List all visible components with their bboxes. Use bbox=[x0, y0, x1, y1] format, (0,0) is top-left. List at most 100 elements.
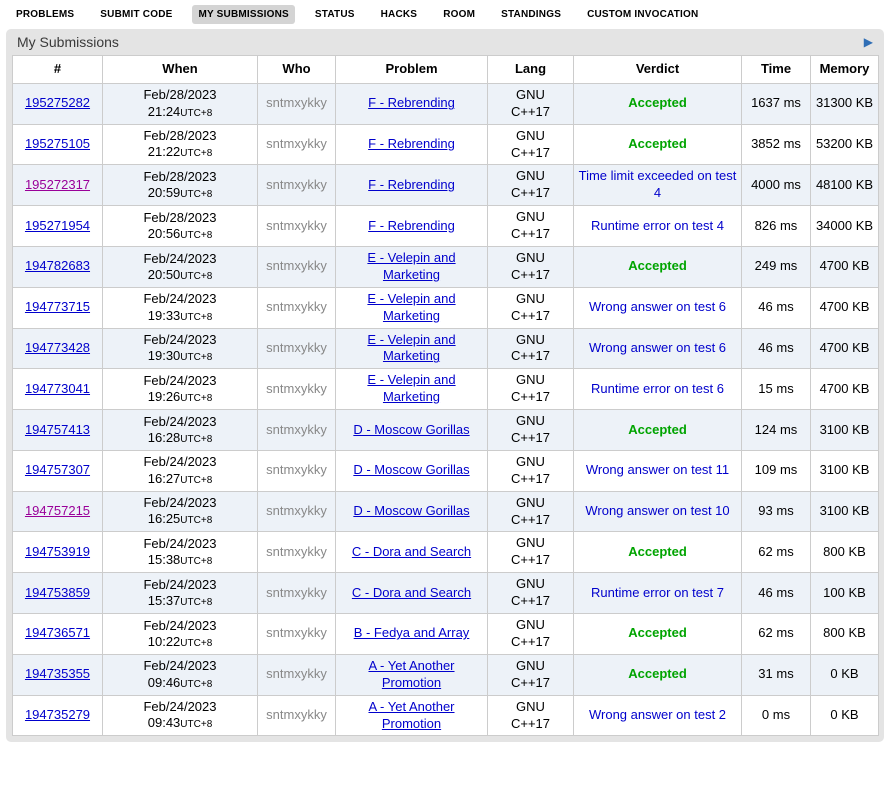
column-header-verdict: Verdict bbox=[574, 56, 742, 84]
submission-id-link[interactable]: 194773041 bbox=[25, 381, 90, 396]
problem-link[interactable]: A - Yet Another Promotion bbox=[368, 699, 454, 731]
lang-cell: GNU C++17 bbox=[488, 410, 574, 451]
submission-date: Feb/24/2023 bbox=[143, 618, 216, 633]
submission-id-link[interactable]: 195275282 bbox=[25, 95, 90, 110]
nav-item-my-submissions[interactable]: MY SUBMISSIONS bbox=[192, 5, 294, 24]
submission-id-link[interactable]: 194773715 bbox=[25, 299, 90, 314]
submission-date: Feb/24/2023 bbox=[143, 536, 216, 551]
timezone-label: UTC+8 bbox=[180, 230, 212, 241]
submission-time: 19:30 bbox=[148, 348, 181, 363]
submission-time: 16:27 bbox=[148, 471, 181, 486]
when-cell: Feb/24/202309:46UTC+8 bbox=[103, 654, 258, 695]
problem-link[interactable]: E - Velepin and Marketing bbox=[367, 332, 455, 364]
problem-link[interactable]: B - Fedya and Array bbox=[354, 625, 470, 640]
nav-item-hacks[interactable]: HACKS bbox=[375, 5, 424, 24]
nav-item-submit-code[interactable]: SUBMIT CODE bbox=[94, 5, 178, 24]
problem-link[interactable]: C - Dora and Search bbox=[352, 544, 471, 559]
submission-time: 21:24 bbox=[148, 104, 181, 119]
who-cell: sntmxykky bbox=[258, 654, 336, 695]
time-consumed-cell: 15 ms bbox=[742, 369, 811, 410]
lang-cell: GNU C++17 bbox=[488, 450, 574, 491]
submission-time: 16:25 bbox=[148, 511, 181, 526]
table-row: 194753919Feb/24/202315:38UTC+8sntmxykkyC… bbox=[13, 532, 879, 573]
timezone-label: UTC+8 bbox=[180, 515, 212, 526]
who-cell: sntmxykky bbox=[258, 695, 336, 736]
problem-link[interactable]: D - Moscow Gorillas bbox=[353, 422, 469, 437]
submission-id-link[interactable]: 195272317 bbox=[25, 177, 90, 192]
nav-item-custom-invocation[interactable]: CUSTOM INVOCATION bbox=[581, 5, 704, 24]
problem-link[interactable]: E - Velepin and Marketing bbox=[367, 372, 455, 404]
submission-id-link[interactable]: 194735279 bbox=[25, 707, 90, 722]
time-consumed-cell: 1637 ms bbox=[742, 83, 811, 124]
timezone-label: UTC+8 bbox=[180, 597, 212, 608]
lang-cell: GNU C++17 bbox=[488, 695, 574, 736]
submission-id-link[interactable]: 194753859 bbox=[25, 585, 90, 600]
nav-item-problems[interactable]: PROBLEMS bbox=[10, 5, 80, 24]
column-header-when: When bbox=[103, 56, 258, 84]
problem-link[interactable]: D - Moscow Gorillas bbox=[353, 462, 469, 477]
problem-link[interactable]: A - Yet Another Promotion bbox=[368, 658, 454, 690]
submission-time: 19:26 bbox=[148, 389, 181, 404]
time-consumed-cell: 46 ms bbox=[742, 573, 811, 614]
verdict-text: Accepted bbox=[628, 422, 687, 437]
submission-id-link[interactable]: 194757307 bbox=[25, 462, 90, 477]
verdict-text: Accepted bbox=[628, 544, 687, 559]
when-cell: Feb/24/202319:30UTC+8 bbox=[103, 328, 258, 369]
lang-cell: GNU C++17 bbox=[488, 124, 574, 165]
problem-link[interactable]: D - Moscow Gorillas bbox=[353, 503, 469, 518]
when-cell: Feb/24/202310:22UTC+8 bbox=[103, 614, 258, 655]
expand-arrow-icon[interactable]: ▶ bbox=[862, 36, 875, 48]
problem-link[interactable]: F - Rebrending bbox=[368, 177, 455, 192]
submission-id-link[interactable]: 194773428 bbox=[25, 340, 90, 355]
submission-time: 20:56 bbox=[148, 226, 181, 241]
time-consumed-cell: 0 ms bbox=[742, 695, 811, 736]
table-row: 194773041Feb/24/202319:26UTC+8sntmxykkyE… bbox=[13, 369, 879, 410]
submission-id-link[interactable]: 195275105 bbox=[25, 136, 90, 151]
submission-id-link[interactable]: 195271954 bbox=[25, 218, 90, 233]
timezone-label: UTC+8 bbox=[180, 189, 212, 200]
problem-link[interactable]: F - Rebrending bbox=[368, 136, 455, 151]
submission-id-link[interactable]: 194736571 bbox=[25, 625, 90, 640]
who-cell: sntmxykky bbox=[258, 491, 336, 532]
submission-id-link[interactable]: 194735355 bbox=[25, 666, 90, 681]
table-row: 195275105Feb/28/202321:22UTC+8sntmxykkyF… bbox=[13, 124, 879, 165]
table-row: 194757307Feb/24/202316:27UTC+8sntmxykkyD… bbox=[13, 450, 879, 491]
submission-time: 20:59 bbox=[148, 185, 181, 200]
nav-item-status[interactable]: STATUS bbox=[309, 5, 361, 24]
problem-link[interactable]: F - Rebrending bbox=[368, 218, 455, 233]
problem-link[interactable]: E - Velepin and Marketing bbox=[367, 250, 455, 282]
submissions-table: #WhenWhoProblemLangVerdictTimeMemory 195… bbox=[12, 55, 879, 736]
when-cell: Feb/24/202309:43UTC+8 bbox=[103, 695, 258, 736]
problem-link[interactable]: E - Velepin and Marketing bbox=[367, 291, 455, 323]
problem-link[interactable]: C - Dora and Search bbox=[352, 585, 471, 600]
verdict-text: Time limit exceeded on test 4 bbox=[579, 168, 737, 200]
submission-date: Feb/24/2023 bbox=[143, 495, 216, 510]
verdict-text: Runtime error on test 7 bbox=[591, 585, 724, 600]
memory-consumed-cell: 100 KB bbox=[811, 573, 879, 614]
submission-time: 21:22 bbox=[148, 144, 181, 159]
problem-link[interactable]: F - Rebrending bbox=[368, 95, 455, 110]
nav-item-standings[interactable]: STANDINGS bbox=[495, 5, 567, 24]
lang-cell: GNU C++17 bbox=[488, 206, 574, 247]
submission-date: Feb/24/2023 bbox=[143, 699, 216, 714]
verdict-text: Accepted bbox=[628, 625, 687, 640]
time-consumed-cell: 62 ms bbox=[742, 614, 811, 655]
nav-item-room[interactable]: ROOM bbox=[437, 5, 481, 24]
lang-cell: GNU C++17 bbox=[488, 491, 574, 532]
submission-id-link[interactable]: 194757215 bbox=[25, 503, 90, 518]
lang-cell: GNU C++17 bbox=[488, 654, 574, 695]
when-cell: Feb/28/202321:24UTC+8 bbox=[103, 83, 258, 124]
time-consumed-cell: 826 ms bbox=[742, 206, 811, 247]
when-cell: Feb/24/202316:28UTC+8 bbox=[103, 410, 258, 451]
timezone-label: UTC+8 bbox=[180, 679, 212, 690]
memory-consumed-cell: 48100 KB bbox=[811, 165, 879, 206]
submission-id-link[interactable]: 194753919 bbox=[25, 544, 90, 559]
column-header-who: Who bbox=[258, 56, 336, 84]
column-header-lang: Lang bbox=[488, 56, 574, 84]
submissions-datatable: My Submissions ▶ #WhenWhoProblemLangVerd… bbox=[6, 29, 884, 742]
table-row: 194753859Feb/24/202315:37UTC+8sntmxykkyC… bbox=[13, 573, 879, 614]
submission-id-link[interactable]: 194757413 bbox=[25, 422, 90, 437]
lang-cell: GNU C++17 bbox=[488, 328, 574, 369]
lang-cell: GNU C++17 bbox=[488, 247, 574, 288]
submission-id-link[interactable]: 194782683 bbox=[25, 258, 90, 273]
